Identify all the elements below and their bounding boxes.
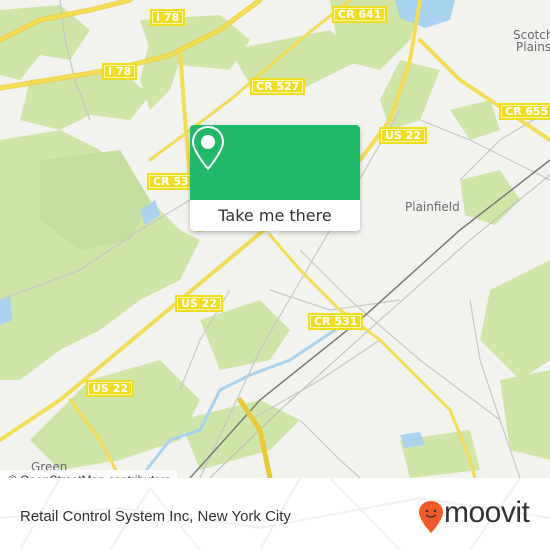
road-shield-cr641: CR 641 [332, 6, 388, 23]
road-shield-us22: US 22 [175, 295, 223, 312]
popup-header [190, 125, 360, 200]
location-popup: Take me there [190, 125, 360, 231]
road-shield-us22: US 22 [379, 127, 427, 144]
moovit-wordmark: moovit [444, 496, 530, 529]
road-shield-us22: US 22 [86, 380, 134, 397]
road-shield-i78: I 78 [102, 63, 138, 80]
map-pin-icon [191, 125, 225, 171]
take-me-there-button[interactable]: Take me there [190, 200, 360, 231]
road-shield-cr527: CR 527 [250, 78, 306, 95]
place-label-scotch-plains: Scotch Plains [513, 29, 550, 53]
moovit-logo[interactable]: moovit [418, 496, 534, 534]
road-shield-cr531: CR 531 [308, 313, 364, 330]
footer-bar: Retail Control System Inc, New York City… [0, 478, 550, 550]
map-view[interactable]: I 78 CR 641 I 78 CR 527 CR 655 US 22 CR … [0, 0, 550, 478]
osm-attribution[interactable]: © OpenStreetMap contributors [0, 470, 177, 478]
road-shield-cr655: CR 655 [499, 103, 550, 120]
map-base-layer [0, 0, 550, 478]
place-label-line: Plains [516, 40, 550, 54]
place-title: Retail Control System Inc, New York City [20, 508, 291, 525]
road-shield-i78: I 78 [150, 9, 186, 26]
moovit-pin-icon [419, 501, 443, 533]
place-label-plainfield: Plainfield [405, 200, 460, 214]
